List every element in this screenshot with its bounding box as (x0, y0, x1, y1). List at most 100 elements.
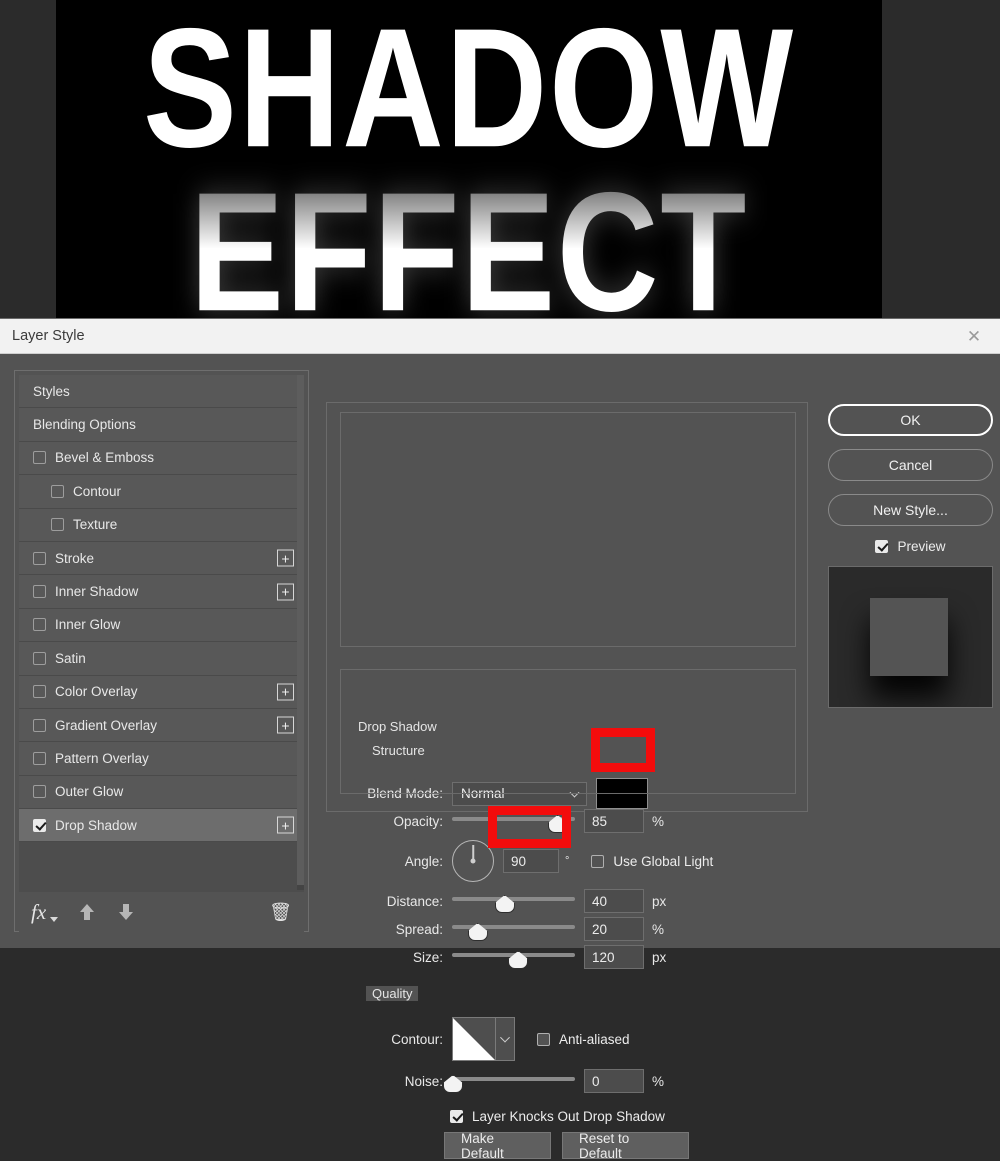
styles-panel: Styles Blending Options Bevel & Emboss Cont… (14, 370, 309, 932)
style-list-item-outer-glow[interactable]: Outer Glow (19, 775, 304, 810)
use-global-light-checkbox[interactable] (591, 854, 605, 868)
style-enable-checkbox[interactable] (33, 651, 46, 665)
add-effect-instance-icon[interactable]: + (277, 549, 294, 567)
arrow-down-icon[interactable] (119, 904, 134, 920)
noise-row: Noise: 0 % (360, 1069, 664, 1093)
styles-list-scrollbar[interactable] (297, 375, 304, 890)
style-list-item-contour[interactable]: Contour (19, 475, 304, 509)
add-effect-instance-icon[interactable]: + (277, 716, 294, 734)
style-list-item-label: Inner Shadow (55, 584, 139, 600)
slider-track (452, 925, 575, 929)
document-canvas[interactable]: SHADOW EFFECT EFFECT (56, 0, 882, 320)
add-effect-instance-icon[interactable]: + (277, 583, 294, 601)
style-list-item-label: Blending Options (33, 417, 136, 433)
ok-button[interactable]: OK (828, 404, 993, 436)
distance-slider[interactable] (452, 891, 575, 911)
style-enable-checkbox[interactable] (33, 818, 46, 832)
style-list-item-inner-glow[interactable]: Inner Glow (19, 608, 304, 643)
size-label: Size: (412, 949, 443, 965)
opacity-value-field[interactable]: 85 (584, 809, 644, 833)
distance-value-field[interactable]: 40 (584, 889, 644, 913)
contour-picker[interactable] (452, 1017, 515, 1061)
style-enable-checkbox[interactable] (33, 718, 46, 732)
contour-swatch[interactable] (452, 1017, 496, 1061)
fx-icon[interactable]: fx (31, 900, 46, 925)
preview-label: Preview (897, 539, 946, 554)
style-list-item-blending-options[interactable]: Blending Options (19, 408, 304, 442)
style-list-item-gradient-overlay[interactable]: Gradient Overlay + (19, 708, 304, 743)
noise-label: Noise: (404, 1073, 443, 1089)
preview-row: Preview (828, 539, 993, 554)
styles-list[interactable]: Styles Blending Options Bevel & Emboss Cont… (19, 375, 304, 892)
cancel-button[interactable]: Cancel (828, 449, 993, 481)
style-list-item-satin[interactable]: Satin (19, 642, 304, 676)
size-row: Size: 120 px (360, 945, 666, 969)
slider-track (452, 897, 575, 901)
slider-track (452, 1077, 575, 1081)
angle-value-field[interactable]: 90 (503, 849, 559, 873)
new-style-button[interactable]: New Style... (828, 494, 993, 526)
style-list-item-inner-shadow[interactable]: Inner Shadow + (19, 575, 304, 609)
spread-value-field[interactable]: 20 (584, 917, 644, 941)
style-enable-checkbox[interactable] (33, 751, 46, 765)
style-list-item-styles[interactable]: Styles (19, 375, 304, 409)
opacity-slider[interactable] (452, 811, 575, 831)
contour-label: Contour: (391, 1031, 443, 1047)
structure-group (340, 412, 796, 647)
layer-knocks-out-checkbox[interactable] (450, 1110, 463, 1123)
add-effect-instance-icon[interactable]: + (277, 683, 294, 701)
chevron-down-icon[interactable] (50, 917, 59, 922)
trash-icon[interactable]: 🗑 (269, 902, 292, 923)
actions-panel: OK Cancel New Style... Preview (828, 404, 993, 708)
style-enable-checkbox[interactable] (33, 451, 46, 465)
style-list-item-stroke[interactable]: Stroke + (19, 541, 304, 576)
size-slider[interactable] (452, 947, 575, 967)
style-enable-checkbox[interactable] (51, 484, 64, 498)
anti-aliased-checkbox[interactable] (537, 1032, 550, 1046)
artwork-text-line-1: SHADOW (143, 0, 795, 183)
style-enable-checkbox[interactable] (33, 618, 46, 632)
make-default-button[interactable]: Make Default (444, 1131, 551, 1161)
preview-checkbox[interactable] (875, 540, 889, 553)
style-list-item-label: Contour (73, 483, 122, 499)
dialog-body: Styles Blending Options Bevel & Emboss Cont… (0, 354, 1000, 1161)
styles-list-footer: fx 🗑 (19, 892, 304, 932)
style-list-item-label: Outer Glow (55, 784, 124, 800)
noise-value-field[interactable]: 0 (584, 1069, 644, 1093)
reset-to-default-button[interactable]: Reset to Default (562, 1131, 689, 1161)
scrollbar-thumb[interactable] (297, 375, 304, 885)
style-list-item-pattern-overlay[interactable]: Pattern Overlay (19, 742, 304, 776)
contour-dropdown-button[interactable] (496, 1017, 515, 1061)
preview-sample-shape (870, 598, 948, 676)
chevron-down-icon (500, 1032, 510, 1043)
add-effect-instance-icon[interactable]: + (277, 816, 294, 834)
style-list-item-texture[interactable]: Texture (19, 508, 304, 542)
style-enable-checkbox[interactable] (33, 585, 46, 599)
anti-aliased-label: Anti-aliased (559, 1031, 630, 1047)
style-list-item-color-overlay[interactable]: Color Overlay + (19, 675, 304, 709)
noise-slider[interactable] (452, 1071, 575, 1091)
spread-row: Spread: 20 % (360, 917, 664, 941)
style-enable-checkbox[interactable] (33, 551, 46, 565)
preview-thumbnail (828, 566, 993, 708)
angle-dial-hub (470, 858, 476, 864)
angle-label: Angle: (404, 853, 443, 869)
style-list-item-bevel-emboss[interactable]: Bevel & Emboss (19, 441, 304, 476)
opacity-label: Opacity: (393, 813, 443, 829)
size-value-field[interactable]: 120 (584, 945, 644, 969)
arrow-up-icon[interactable] (80, 904, 95, 920)
close-icon[interactable]: ✕ (954, 319, 994, 354)
style-enable-checkbox[interactable] (33, 785, 46, 799)
style-enable-checkbox[interactable] (51, 518, 64, 532)
noise-unit: % (652, 1073, 665, 1089)
distance-row: Distance: 40 px (360, 889, 666, 913)
dialog-title: Layer Style (12, 328, 85, 344)
quality-group-title: Quality (366, 986, 419, 1001)
style-enable-checkbox[interactable] (33, 685, 46, 699)
style-list-item-label: Drop Shadow (55, 817, 137, 833)
spread-slider[interactable] (452, 919, 575, 939)
spread-unit: % (652, 921, 665, 937)
angle-dial[interactable] (452, 840, 494, 882)
document-canvas-area: SHADOW EFFECT EFFECT (0, 0, 1000, 320)
style-list-item-drop-shadow[interactable]: Drop Shadow + (19, 809, 304, 843)
